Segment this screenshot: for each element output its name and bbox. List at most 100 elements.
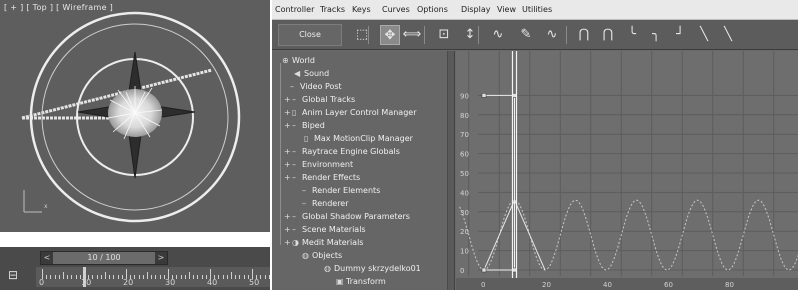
track-icon: ◍ <box>324 264 331 273</box>
frame-ruler[interactable] <box>456 278 798 290</box>
track-icon: – <box>292 160 296 169</box>
ruler-tick <box>75 275 77 279</box>
menu-keys[interactable]: Keys <box>352 5 371 14</box>
viewport-label[interactable]: [ + ] [ Top ] [ Wireframe ] <box>4 3 113 12</box>
next-frame-button[interactable]: > <box>155 252 167 264</box>
menu-view[interactable]: View <box>497 5 516 14</box>
track-icon: ▯ <box>304 134 309 143</box>
menu-curves[interactable]: Curves <box>382 5 410 14</box>
y-axis-label: 70 <box>460 131 469 139</box>
expand-icon[interactable]: + <box>284 171 292 184</box>
ruler-tick <box>155 275 157 279</box>
reduce-keys-icon[interactable]: ∿ <box>542 25 562 45</box>
key-point[interactable] <box>481 93 487 98</box>
expand-icon[interactable]: + <box>284 93 292 106</box>
expand-icon[interactable]: + <box>284 158 292 171</box>
tangent-step-icon[interactable]: ┘ <box>670 25 690 45</box>
toolbar-separator <box>566 26 567 44</box>
track-icon: ◑ <box>292 238 299 247</box>
tree-item-global-tracks[interactable]: +– Global Tracks <box>284 93 355 106</box>
ruler-tick <box>201 275 203 279</box>
tree-item-transform[interactable]: ▣ Transform <box>328 275 386 288</box>
tangent-slow-icon[interactable]: ╮ <box>646 25 666 45</box>
curve-graph[interactable]: 90 80 70 60 50 40 30 20 10 0 0 20 40 60 80 <box>456 51 798 290</box>
menu-display[interactable]: Display <box>461 5 491 14</box>
menu-controller[interactable]: Controller <box>275 5 314 14</box>
tree-item-label: Raytrace Engine Globals <box>302 147 400 156</box>
ruler-tick <box>268 275 270 279</box>
viewport-canvas: x <box>21 11 241 223</box>
ruler-label: 50 <box>249 278 260 287</box>
tangent-auto-icon[interactable]: ⋂ <box>574 25 594 45</box>
time-slider[interactable]: < 10 / 100 > <box>40 251 168 265</box>
add-keys-icon[interactable]: ∿ <box>488 25 508 45</box>
ruler-label: 40 <box>207 278 218 287</box>
expand-icon[interactable]: + <box>284 106 292 119</box>
tangent-linear-icon[interactable]: ╲ <box>694 25 714 45</box>
tree-item-video-post[interactable]: – Video Post <box>282 80 342 93</box>
tangent-smooth-icon[interactable]: ╲ <box>718 25 738 45</box>
track-bar-ruler[interactable]: 0 10 20 30 40 50 <box>36 267 274 287</box>
tree-item-label: Medit Materials <box>302 238 364 247</box>
prev-frame-button[interactable]: < <box>41 252 53 264</box>
tree-item-scene-materials[interactable]: +– Scene Materials <box>284 223 366 236</box>
tree-scrollbar[interactable] <box>447 51 454 290</box>
tree-item-sound[interactable]: ◀ Sound <box>286 67 329 80</box>
tree-item-anim-layer-control-manager[interactable]: +▯ Anim Layer Control Manager <box>284 106 416 119</box>
ruler-tick <box>151 275 153 279</box>
ruler-tick <box>92 275 94 279</box>
tree-item-renderer[interactable]: – Renderer <box>294 197 349 210</box>
tangent-custom-icon[interactable]: ⋂ <box>598 25 618 45</box>
expand-icon[interactable]: + <box>284 119 292 132</box>
tree-item-raytrace-engine-globals[interactable]: +– Raytrace Engine Globals <box>284 145 400 158</box>
tree-item-dummy-skrzydelko01[interactable]: ◍ Dummy skrzydelko01 <box>316 262 421 275</box>
y-axis-label: 90 <box>460 92 469 100</box>
menu-options[interactable]: Options <box>417 5 448 14</box>
playhead[interactable] <box>83 267 86 287</box>
tree-item-environment[interactable]: +– Environment <box>284 158 353 171</box>
y-axis-label: 60 <box>460 151 469 159</box>
menu-utilities[interactable]: Utilities <box>522 5 552 14</box>
tree-item-biped[interactable]: +– Biped <box>284 119 325 132</box>
key-mode-icon[interactable]: ⊟ <box>8 268 24 282</box>
app-window: x [ + ] [ Top ] [ Wireframe ] < 10 / 100… <box>0 0 798 290</box>
tree-item-global-shadow-parameters[interactable]: +– Global Shadow Parameters <box>284 210 410 223</box>
track-icon: – <box>292 173 296 182</box>
expand-icon[interactable]: + <box>284 223 292 236</box>
y-axis-label: 0 <box>460 267 464 275</box>
tree-item-max-motionclip-manager[interactable]: ▯ Max MotionClip Manager <box>296 132 413 145</box>
key-point[interactable] <box>481 267 487 273</box>
tree-item-label: Render Elements <box>312 186 381 195</box>
tree-item-render-elements[interactable]: – Render Elements <box>294 184 380 197</box>
time-slider-thumb[interactable]: 10 / 100 <box>53 252 155 264</box>
track-icon: – <box>292 212 296 221</box>
ruler-tick <box>147 272 148 279</box>
track-icon: ◍ <box>302 251 309 260</box>
ruler-tick <box>54 275 56 279</box>
scale-keys-icon[interactable]: ⊡ <box>434 25 454 45</box>
x-axis-label: 0 <box>481 281 485 289</box>
ruler-tick <box>243 275 245 279</box>
tree-item-world[interactable]: ⊕ World <box>274 54 315 67</box>
slide-keys-icon[interactable]: ⟺ <box>402 25 422 45</box>
expand-icon[interactable]: + <box>284 145 292 158</box>
filter-icon[interactable]: ⬚ <box>352 25 372 45</box>
close-button[interactable]: Close <box>278 24 342 46</box>
tangent-fast-icon[interactable]: ╰ <box>622 25 642 45</box>
track-icon: – <box>292 95 296 104</box>
top-viewport[interactable]: x [ + ] [ Top ] [ Wireframe ] <box>0 0 270 232</box>
expand-icon[interactable]: + <box>284 236 292 249</box>
tree-item-render-effects[interactable]: +– Render Effects <box>284 171 360 184</box>
scale-values-icon[interactable]: ↕ <box>460 25 480 45</box>
world-icon: ⊕ <box>282 56 289 65</box>
tree-item-label: Anim Layer Control Manager <box>302 108 417 117</box>
tree-item-medit-materials[interactable]: +◑ Medit Materials <box>284 236 363 249</box>
time-slider-panel: < 10 / 100 > ⊟ 0 10 20 30 40 50 <box>0 247 274 290</box>
curve-editor: Controller Tracks Keys Curves Options Display… <box>272 0 798 290</box>
move-keys-icon[interactable]: ✥ <box>380 25 400 45</box>
tree-item-objects[interactable]: ◍ Objects <box>294 249 342 262</box>
expand-icon[interactable]: + <box>284 210 292 223</box>
menu-tracks[interactable]: Tracks <box>320 5 345 14</box>
draw-curves-icon[interactable]: ✎ <box>516 25 536 45</box>
menu-bar: Controller Tracks Keys Curves Options Display… <box>272 0 798 20</box>
